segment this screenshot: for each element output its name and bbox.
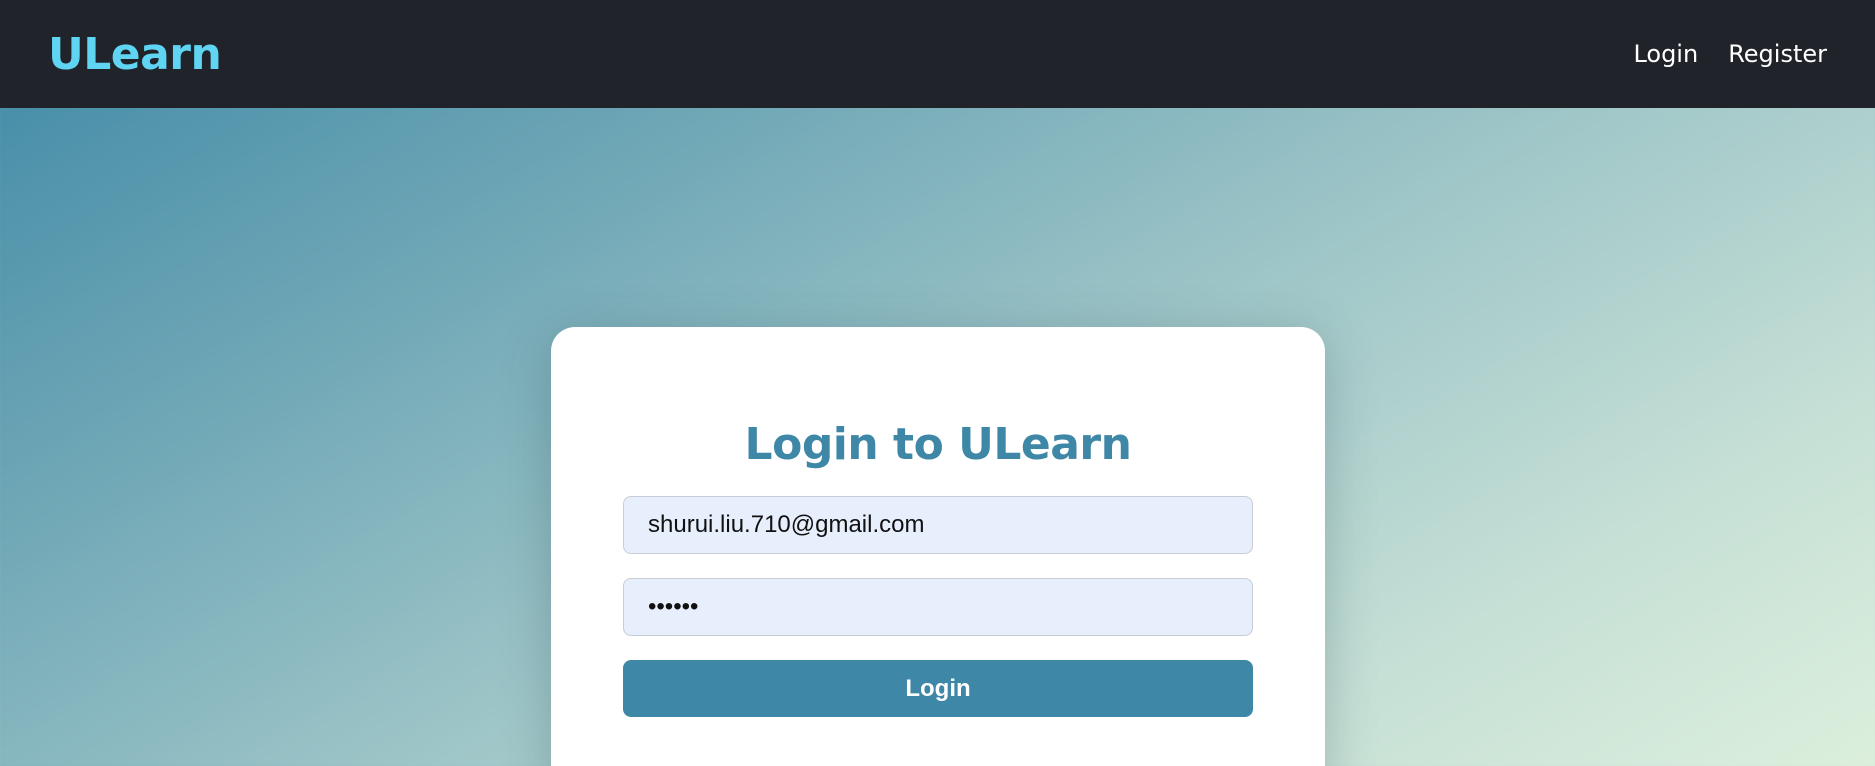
nav-register-link[interactable]: Register [1728,40,1827,68]
brand-logo[interactable]: ULearn [48,29,222,80]
login-title: Login to ULearn [744,419,1132,470]
password-field[interactable] [623,578,1253,636]
nav-login-link[interactable]: Login [1633,40,1698,68]
nav-links: Login Register [1633,40,1827,68]
login-submit-button[interactable]: Login [623,660,1253,717]
top-navbar: ULearn Login Register [0,0,1875,108]
email-field[interactable] [623,496,1253,554]
login-card: Login to ULearn Login [551,327,1325,766]
